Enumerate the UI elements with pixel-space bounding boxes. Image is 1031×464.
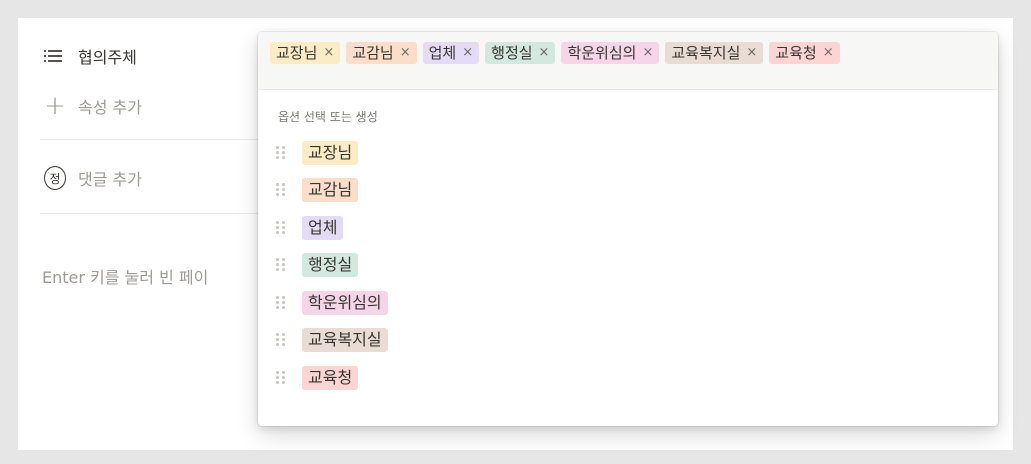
add-comment-button[interactable]: 정 댓글 추가 xyxy=(44,166,142,190)
option-item[interactable]: 교육복지실 xyxy=(258,322,998,360)
selected-tags-input[interactable]: 교장님 × 교감님 × 업체 × 행정실 × 학운위심의 × 교육복지실 × 교육청 × xyxy=(258,32,998,90)
remove-tag-icon[interactable]: × xyxy=(539,42,550,64)
option-tag: 교감님 xyxy=(302,178,359,203)
remove-tag-icon[interactable]: × xyxy=(323,42,334,64)
drag-handle-icon[interactable] xyxy=(276,145,286,160)
option-tag: 업체 xyxy=(302,215,344,240)
option-item[interactable]: 행정실 xyxy=(258,247,998,285)
selected-tag: 교장님 × xyxy=(270,42,341,64)
option-item[interactable]: 학운위심의 xyxy=(258,284,998,322)
selected-tag-label: 교육청 xyxy=(775,44,817,62)
add-property-button[interactable]: + 속성 추가 xyxy=(44,91,142,121)
remove-tag-icon[interactable]: × xyxy=(823,42,834,64)
remove-tag-icon[interactable]: × xyxy=(462,42,473,64)
option-item[interactable]: 업체 xyxy=(258,209,998,247)
property-name: 협의주체 xyxy=(78,48,137,67)
remove-tag-icon[interactable]: × xyxy=(400,42,411,64)
selected-tag: 행정실 × xyxy=(485,42,556,64)
drag-handle-icon[interactable] xyxy=(276,220,286,235)
selected-tag-label: 학운위심의 xyxy=(567,44,637,62)
remove-tag-icon[interactable]: × xyxy=(746,42,757,64)
selected-tag: 교육복지실 × xyxy=(665,42,764,64)
divider xyxy=(40,139,260,140)
drag-handle-icon[interactable] xyxy=(276,333,286,347)
drag-handle-icon[interactable] xyxy=(276,370,286,385)
selected-tag-label: 교장님 xyxy=(276,44,318,62)
add-property-label: 속성 추가 xyxy=(78,98,142,117)
selected-tag: 학운위심의 × xyxy=(561,42,660,64)
selected-tag-label: 교감님 xyxy=(352,44,394,62)
option-item[interactable]: 교장님 xyxy=(258,134,998,172)
plus-icon: + xyxy=(44,91,66,121)
remove-tag-icon[interactable]: × xyxy=(642,42,653,64)
option-list: 교장님교감님업체행정실학운위심의교육복지실교육청 xyxy=(258,134,998,397)
option-item[interactable]: 교육청 xyxy=(258,359,998,397)
property-row[interactable]: 협의주체 xyxy=(44,44,137,68)
option-item[interactable]: 교감님 xyxy=(258,172,998,210)
option-tag: 교육청 xyxy=(302,365,359,390)
avatar: 정 xyxy=(44,166,66,190)
divider xyxy=(40,213,260,214)
add-comment-label: 댓글 추가 xyxy=(78,170,142,189)
drag-handle-icon[interactable] xyxy=(276,295,286,310)
selected-tag: 업체 × xyxy=(422,42,480,64)
list-icon xyxy=(44,50,66,62)
option-tag: 교육복지실 xyxy=(302,328,388,353)
empty-page-hint: Enter 키를 눌러 빈 페이 xyxy=(42,268,209,287)
selected-tag-label: 행정실 xyxy=(491,44,533,62)
option-tag: 행정실 xyxy=(302,253,359,278)
drag-handle-icon[interactable] xyxy=(276,183,286,197)
avatar-initial: 정 xyxy=(44,166,66,190)
option-tag: 교장님 xyxy=(302,140,359,165)
multi-select-dropdown: 교장님 × 교감님 × 업체 × 행정실 × 학운위심의 × 교육복지실 × 교육청 × 옵션 선택 또는… xyxy=(258,32,998,426)
selected-tag: 교육청 × xyxy=(769,42,840,64)
dropdown-label: 옵션 선택 또는 생성 xyxy=(278,110,378,124)
option-tag: 학운위심의 xyxy=(302,290,388,315)
selected-tag-label: 교육복지실 xyxy=(671,44,741,62)
drag-handle-icon[interactable] xyxy=(276,258,286,272)
selected-tag-label: 업체 xyxy=(428,44,457,62)
selected-tag: 교감님 × xyxy=(346,42,417,64)
